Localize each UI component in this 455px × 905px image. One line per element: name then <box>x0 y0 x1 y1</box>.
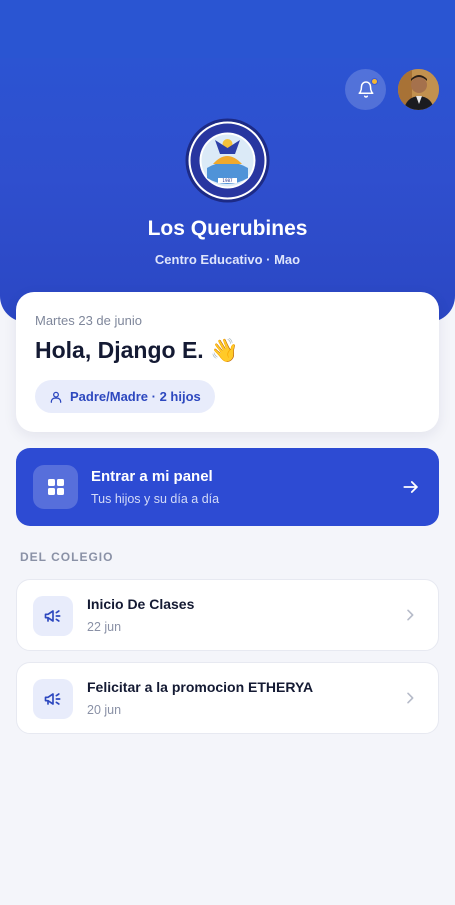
news-date: 22 jun <box>87 620 122 634</box>
panel-subtitle: Tus hijos y su día a día <box>91 492 220 506</box>
role-chip-label: Padre/Madre · 2 hijos <box>70 389 201 404</box>
arrow-right-icon <box>403 481 418 493</box>
header-hero: 1987 Los Querubines Centro Educativo · M… <box>0 0 455 322</box>
panel-icon-container <box>33 465 78 509</box>
news-icon-container <box>33 596 73 636</box>
megaphone-icon <box>44 693 61 705</box>
news-title: Felicitar a la promocion ETHERYA <box>87 679 314 695</box>
panel-title: Entrar a mi panel <box>91 468 213 485</box>
current-date: Martes 23 de junio <box>35 313 142 328</box>
megaphone-icon <box>44 610 61 622</box>
school-subtitle: Centro Educativo · Mao <box>154 252 301 267</box>
status-bar-area <box>0 0 455 58</box>
section-title: DEL COLEGIO <box>20 550 114 564</box>
school-logo: 1987 <box>185 118 270 203</box>
greeting-text: Hola, Django E. 👋 <box>35 337 239 363</box>
school-name: Los Querubines <box>147 217 308 240</box>
notification-dot <box>371 78 378 85</box>
avatar[interactable] <box>398 69 439 110</box>
user-icon <box>50 391 62 403</box>
role-chip[interactable]: Padre/Madre · 2 hijos <box>35 380 215 413</box>
news-item-felicitar-promocion[interactable]: Felicitar a la promocion ETHERYA 20 jun <box>16 662 439 734</box>
notifications-button[interactable] <box>345 69 386 110</box>
news-icon-container <box>33 679 73 719</box>
chevron-right-icon <box>407 609 414 621</box>
enter-panel-button[interactable]: Entrar a mi panel Tus hijos y su día a d… <box>16 448 439 526</box>
chevron-right-icon <box>407 692 414 704</box>
news-date: 20 jun <box>87 703 122 717</box>
svg-text:1987: 1987 <box>222 178 233 183</box>
school-seal-icon: 1987 <box>185 118 270 203</box>
greeting-card: Martes 23 de junio Hola, Django E. 👋 Pad… <box>16 292 439 432</box>
news-item-inicio-clases[interactable]: Inicio De Clases 22 jun <box>16 579 439 651</box>
news-title: Inicio De Clases <box>87 596 195 612</box>
user-photo-icon <box>398 69 439 110</box>
grid-icon <box>47 479 64 495</box>
